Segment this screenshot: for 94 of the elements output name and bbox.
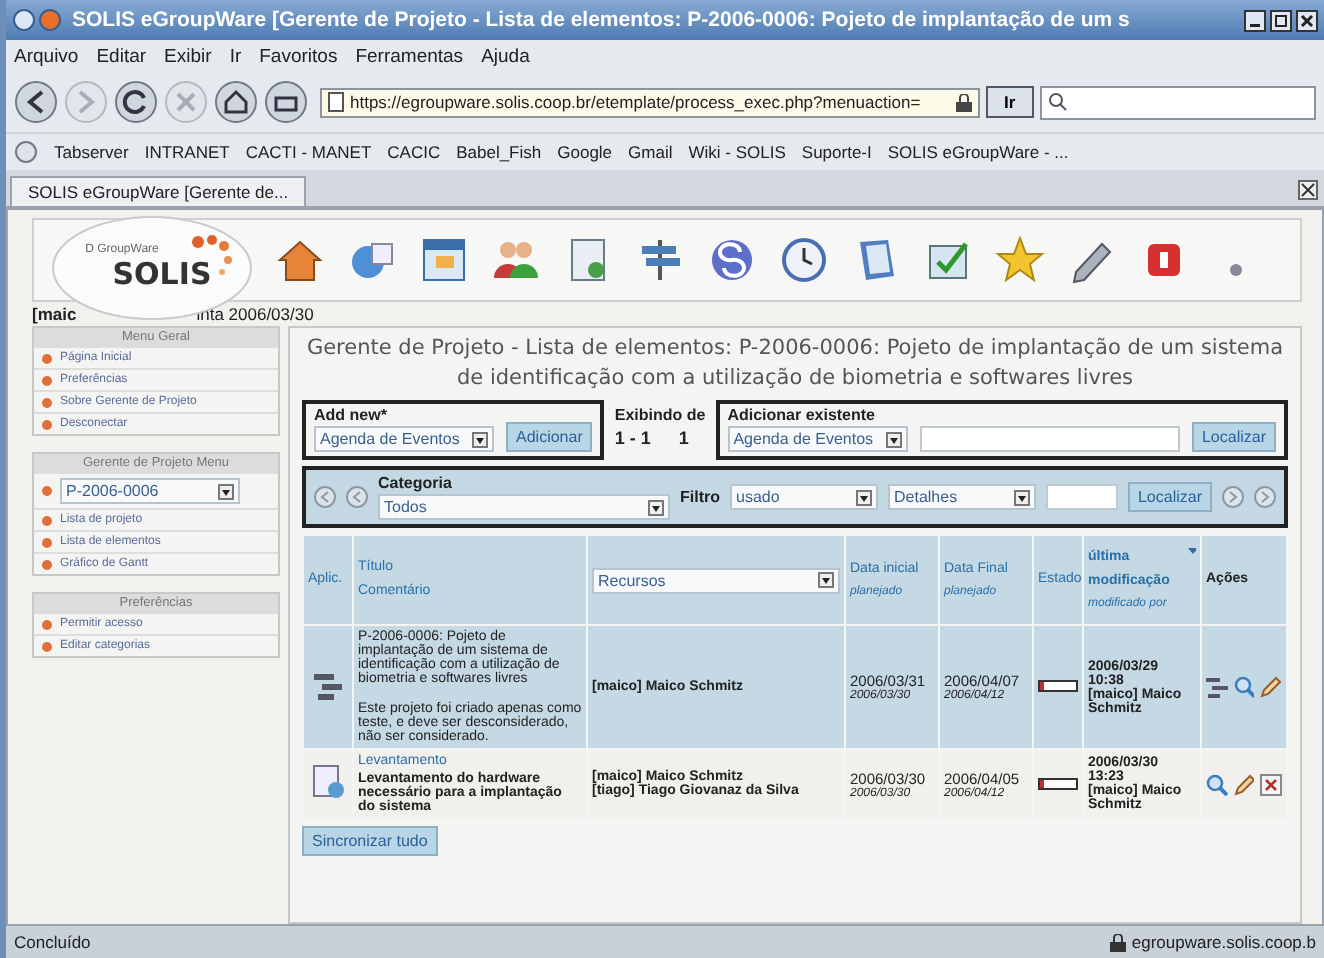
lock-icon [956,93,972,111]
bullet-icon [42,559,52,569]
menu-item[interactable]: Exibir [164,45,212,67]
bullet-icon [42,537,52,547]
showing-label: Exibindo de [614,406,706,424]
clock-icon[interactable] [778,234,830,286]
field-label: Filtro [680,488,720,506]
gantt-icon [312,669,344,701]
field-label: Adicionar existente [727,406,878,424]
bookmark-item[interactable]: Babel_Fish [456,142,542,162]
minimize-icon[interactable] [1244,9,1266,31]
menu-item[interactable]: Editar [96,45,147,67]
bullet-icon [42,397,52,407]
bookmark-item[interactable]: Tabserver [54,142,129,162]
progress-bar [1038,777,1078,790]
bookmark-item[interactable]: INTRANET [144,142,230,162]
maximize-icon[interactable] [1270,9,1292,31]
browser-tab[interactable]: SOLIS eGroupWare [Gerente de... [10,176,307,206]
search-button[interactable]: Localizar [1191,422,1276,452]
search-icon[interactable] [1233,676,1255,698]
bookmark-icon[interactable] [14,140,38,164]
bookmark-item[interactable]: SOLIS eGroupWare - ... [887,142,1069,162]
bookmark-item[interactable]: Google [557,142,613,162]
window-menu-icon[interactable] [12,8,64,32]
close-icon[interactable] [1296,9,1318,31]
field-label: Add new* [314,406,389,424]
search-field[interactable] [1039,85,1316,119]
search-field[interactable] [1046,484,1118,510]
menu-item[interactable]: Ir [229,45,242,67]
caret-icon [218,483,234,499]
host-text: egroupware.solis.coop.b [1131,932,1316,952]
bookmark-item[interactable]: CACTI - MANET [245,142,372,162]
search-button[interactable]: Localizar [1127,482,1212,512]
resources-dropdown[interactable]: Recursos [592,567,840,593]
category-dropdown[interactable]: Todos [378,494,670,520]
print-button[interactable] [264,80,308,124]
user-name: [maic [32,304,77,324]
sync-all-button[interactable]: Sincronizar tudo [302,826,438,856]
home-button[interactable] [214,80,258,124]
caret-icon [818,572,834,588]
caret-icon [885,431,902,447]
field-label: Categoria [378,474,454,492]
window-title: SOLIS eGroupWare [Gerente de Projeto - Lista de elementos: P-2006-0006: Pojeto de implantação de um s [72,8,1132,32]
bullet-icon [42,515,52,525]
caret-icon [856,489,872,505]
pencil-icon[interactable] [1233,773,1255,795]
menu-item[interactable]: Ajuda [481,45,530,67]
caret-icon [472,431,488,447]
menu-item[interactable]: Favoritos [259,45,338,67]
page-icon [328,92,344,112]
status-text: Concluído [14,932,91,952]
filter-dropdown[interactable]: usado [730,484,878,510]
range-text: 1 - 1 [614,428,651,448]
bookmark-item[interactable]: Gmail [628,142,673,162]
bullet-icon [42,375,52,385]
type-dropdown[interactable]: Agenda de Eventos [727,426,908,452]
caret-icon [648,499,664,515]
calendar-icon[interactable] [418,234,470,286]
progress-bar [1038,680,1078,693]
bookmark-item[interactable]: Wiki - SOLIS [688,142,786,162]
search-icon[interactable] [1206,773,1228,795]
bullet-icon [42,486,52,496]
page-title: Gerente de Projeto - Lista de elementos: P-2006-0006: Pojeto de implantação de um sistema de identificação com a utilização de biometria e softwares livres [304,334,1286,394]
address-field[interactable]: https://egroupware.solis.coop.br/etemplate/process_exec.php?menuaction= [320,87,980,117]
total-count: 1 [678,428,689,448]
bookmark-item[interactable]: Suporte-I [801,142,872,162]
bullet-icon [42,353,52,363]
menu-item[interactable]: Ferramentas [355,45,464,67]
go-button[interactable]: Ir [986,86,1034,118]
caret-icon [1014,489,1030,505]
search-field[interactable] [919,426,1180,452]
bullet-icon [42,641,52,651]
close-icon[interactable] [1298,180,1318,200]
menu-item[interactable]: Arquivo [14,45,79,67]
clipboard-icon [310,764,346,800]
bullet-icon [42,619,52,629]
details-dropdown[interactable]: Detalhes [888,484,1036,510]
table-row[interactable] [304,750,1286,818]
back-button[interactable] [14,80,58,124]
bullet-icon [42,419,52,429]
type-dropdown[interactable]: Agenda de Eventos [314,426,494,452]
add-button[interactable]: Adicionar [506,422,593,452]
table-row[interactable] [304,626,1286,748]
logo-text: SOLIS [112,256,212,292]
gantt-icon[interactable] [1206,676,1228,698]
bookmark-item[interactable]: CACIC [387,142,441,162]
sort-arrow-icon [1188,546,1196,556]
pencil-icon[interactable] [1260,676,1283,698]
lock-icon [1109,933,1126,951]
project-dropdown[interactable]: P-2006-0006 [60,478,240,504]
delete-icon[interactable] [1260,773,1283,795]
search-icon [1047,92,1068,112]
star-icon[interactable] [994,234,1046,286]
reload-button[interactable] [114,80,158,124]
